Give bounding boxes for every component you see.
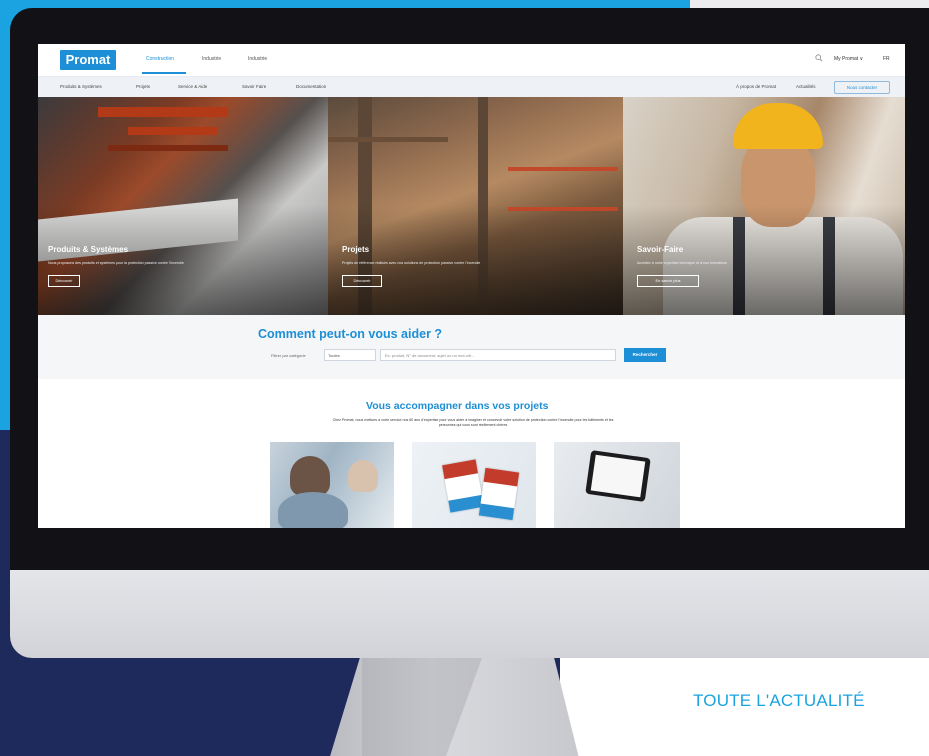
hero-description: Accédez à notre expertise technique et à…: [637, 261, 727, 265]
search-button[interactable]: Rechercher: [624, 348, 666, 362]
tablet-device: [585, 450, 651, 502]
website-screen: Promat Construction Industrie Industrie …: [38, 44, 905, 528]
hero-title: Projets: [342, 245, 370, 254]
scaffold-beam: [328, 137, 448, 142]
language-switch[interactable]: FR: [883, 56, 890, 62]
person-body: [278, 492, 348, 528]
card-support[interactable]: [270, 442, 394, 528]
help-title: Comment peut-on vous aider ?: [258, 327, 443, 341]
hero-panel-products[interactable]: Produits & Systèmes Nous proposons des p…: [38, 97, 328, 315]
hero-shade: [623, 205, 905, 315]
accompany-title: Vous accompagner dans vos projets: [366, 400, 549, 412]
promat-logo[interactable]: Promat: [60, 50, 116, 70]
machinery-beam: [98, 107, 228, 117]
card-digital-tools[interactable]: [554, 442, 680, 528]
machinery-beam: [108, 145, 228, 151]
monitor-chin: [10, 570, 929, 658]
contact-button[interactable]: Nous contacter: [834, 81, 890, 94]
hero-shade: [38, 205, 328, 315]
hero-button[interactable]: Découvrir: [342, 275, 382, 287]
active-tab-underline: [142, 72, 186, 74]
scaffold-beam: [508, 167, 618, 171]
nav-item-documentation[interactable]: Documentation: [296, 84, 326, 89]
person-head: [348, 460, 378, 492]
person-head: [290, 456, 330, 496]
hero-title: Produits & Systèmes: [48, 245, 129, 254]
account-menu[interactable]: My Promat ∨: [834, 56, 863, 62]
search-icon[interactable]: [815, 54, 823, 62]
nav-item-savoir-faire[interactable]: Savoir Faire: [242, 84, 266, 89]
nav-item-news[interactable]: Actualités: [796, 84, 816, 89]
all-news-link[interactable]: TOUTE L'ACTUALITÉ: [693, 691, 865, 711]
nav-item-projets[interactable]: Projets: [136, 84, 150, 89]
hero-description: Nous proposons des produits et systèmes …: [48, 261, 184, 265]
brochure: [478, 467, 520, 521]
hero-title: Savoir-Faire: [637, 245, 684, 254]
hero-panel-projects[interactable]: Projets Projets de référence réalisés av…: [328, 97, 623, 315]
site-header: Promat Construction Industrie Industrie …: [38, 44, 905, 77]
hero-description: Projets de référence réalisés avec nos s…: [342, 261, 481, 265]
tab-industrie[interactable]: Industrie: [202, 56, 221, 62]
brochure: [442, 459, 484, 513]
tab-construction[interactable]: Construction: [146, 56, 174, 62]
hero-button[interactable]: Découvrir: [48, 275, 80, 287]
nav-item-service[interactable]: Service & Aide: [178, 84, 207, 89]
category-select[interactable]: Toutes: [324, 349, 376, 361]
tab-industrie-2[interactable]: Industrie: [248, 56, 267, 62]
card-documentation[interactable]: [412, 442, 536, 528]
tablet-screen: [590, 454, 646, 498]
hero-shade: [328, 205, 623, 315]
machinery-beam: [128, 127, 218, 135]
filter-label: Filtrer par catégorie: [271, 353, 306, 358]
search-input[interactable]: Ex: produit, N° de document, sujet ou un…: [380, 349, 616, 361]
accompany-description: Chez Promat, nous mettons à votre servic…: [332, 418, 614, 427]
nav-item-about[interactable]: À propos de Promat: [736, 84, 776, 89]
help-section: Comment peut-on vous aider ? Filtrer par…: [38, 315, 905, 379]
nav-item-produits[interactable]: Produits & Systèmes: [60, 84, 102, 89]
hero-button[interactable]: En savoir plus: [637, 275, 699, 287]
main-nav: Produits & Systèmes Projets Service & Ai…: [38, 77, 905, 97]
hero-panel-know-how[interactable]: Savoir-Faire Accédez à notre expertise t…: [623, 97, 905, 315]
hard-hat: [733, 103, 823, 149]
